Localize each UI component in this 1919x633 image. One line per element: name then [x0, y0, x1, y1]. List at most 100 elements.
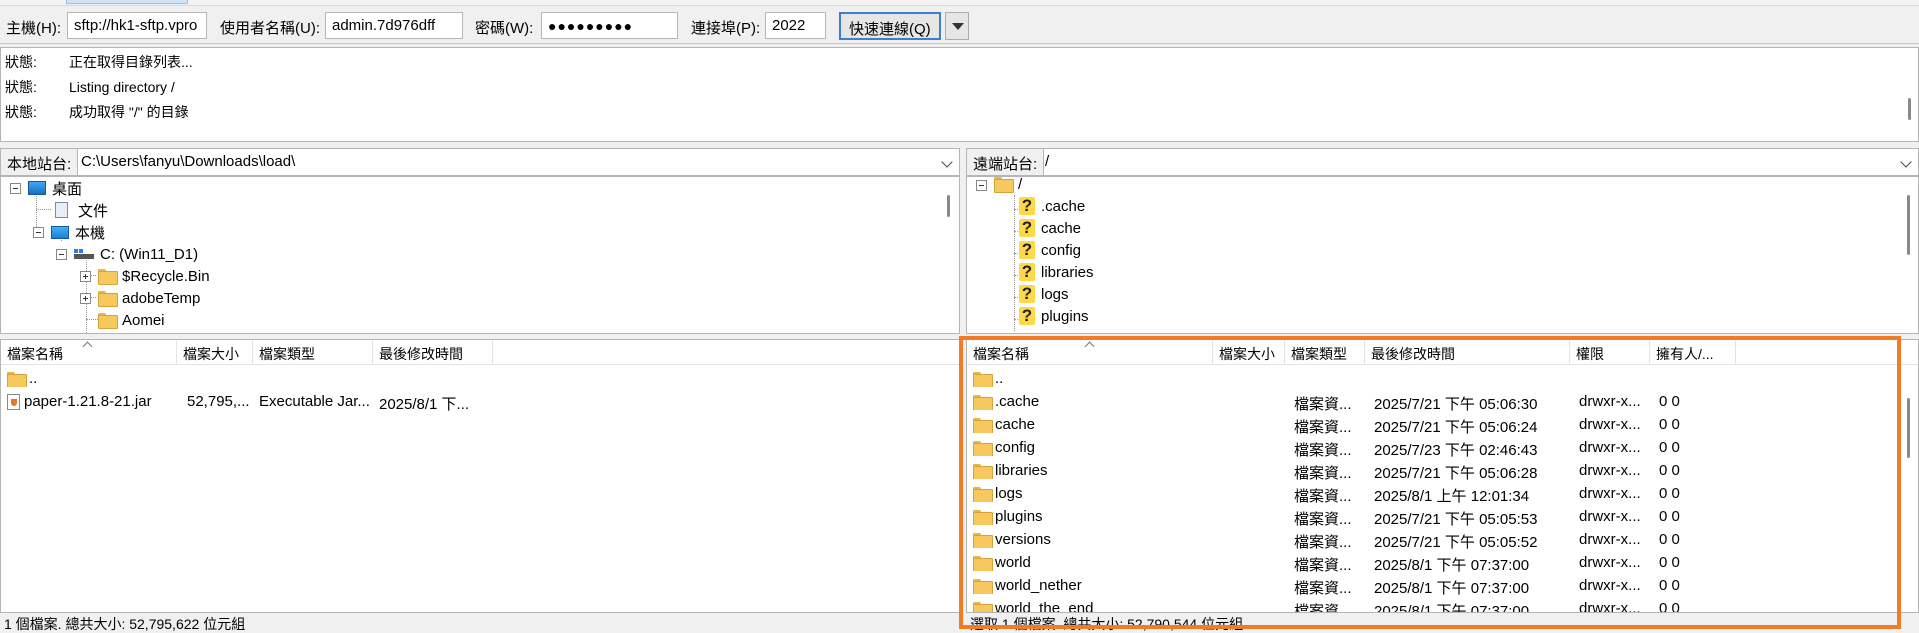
question-mark-icon: ?	[1019, 263, 1035, 281]
quickconnect-dropdown-button[interactable]	[945, 12, 969, 40]
tree-node-aomei[interactable]: Aomei	[98, 309, 165, 331]
collapse-icon[interactable]	[10, 183, 21, 194]
local-status-text: 1 個檔案. 總共大小: 52,795,622 位元組	[4, 616, 246, 632]
folder-icon	[973, 555, 993, 571]
collapse-icon[interactable]	[56, 249, 67, 260]
file-row[interactable]: ..	[967, 367, 1918, 390]
file-row[interactable]: world_the_end 檔案資... 2025/8/1 下午 07:37:0…	[967, 597, 1918, 612]
local-site-bar: 本地站台: C:\Users\fanyu\Downloads\load\	[0, 148, 960, 176]
folder-icon	[98, 313, 118, 329]
column-header-size[interactable]: 檔案大小	[1213, 340, 1285, 365]
folder-icon	[973, 601, 993, 612]
tree-node-plugins[interactable]: ? plugins	[1019, 305, 1089, 327]
file-row[interactable]: cache 檔案資... 2025/7/21 下午 05:06:24 drwxr…	[967, 413, 1918, 436]
column-header-modified[interactable]: 最後修改時間	[1365, 340, 1570, 365]
file-row[interactable]: logs 檔案資... 2025/8/1 上午 12:01:34 drwxr-x…	[967, 482, 1918, 505]
log-scrollbar[interactable]	[1908, 98, 1911, 120]
username-label: 使用者名稱(U):	[220, 20, 320, 37]
local-directory-tree[interactable]: 桌面 文件 本機 C: (Win11_D1) $Recycle.Bin adob…	[0, 176, 960, 334]
column-header-modified[interactable]: 最後修改時間	[373, 340, 493, 365]
tree-node-desktop[interactable]: 桌面	[28, 177, 82, 199]
chevron-down-icon[interactable]	[941, 156, 953, 168]
host-input[interactable]: sftp://hk1-sftp.vpro	[67, 12, 207, 39]
remote-status-text: 選取 1 個檔案. 總共大小: 52,790,544 位元組	[966, 613, 1919, 633]
log-line: 狀態: Listing directory /	[5, 79, 175, 95]
username-input[interactable]: admin.7d976dff	[325, 12, 463, 39]
folder-icon	[973, 532, 993, 548]
collapse-icon[interactable]	[33, 227, 44, 238]
local-site-label: 本地站台:	[1, 149, 79, 175]
tree-node-root[interactable]: /	[994, 177, 1022, 195]
jar-file-icon	[7, 393, 20, 410]
tree-node-dotcache[interactable]: ? .cache	[1019, 195, 1085, 217]
password-label: 密碼(W):	[475, 20, 534, 37]
folder-icon	[973, 394, 993, 410]
document-icon	[55, 202, 68, 218]
host-label: 主機(H):	[6, 20, 61, 37]
tree-node-documents[interactable]: 文件	[55, 199, 108, 221]
expand-icon[interactable]	[80, 293, 91, 304]
tree-node-recycle-bin[interactable]: $Recycle.Bin	[98, 265, 210, 287]
quickconnect-bar: 主機(H): sftp://hk1-sftp.vpro 使用者名稱(U): ad…	[0, 8, 1919, 44]
expand-icon[interactable]	[80, 271, 91, 282]
question-mark-icon: ?	[1019, 197, 1035, 215]
remote-path-input[interactable]: /	[1045, 153, 1049, 170]
tree-node-logs[interactable]: ? logs	[1019, 283, 1069, 305]
question-mark-icon: ?	[1019, 241, 1035, 259]
tree-node-config[interactable]: ? config	[1019, 239, 1081, 261]
toolbar-tab-hint	[66, 0, 188, 4]
column-header-size[interactable]: 檔案大小	[177, 340, 253, 365]
tree-node-cache[interactable]: ? cache	[1019, 217, 1081, 239]
file-row[interactable]: world 檔案資... 2025/8/1 下午 07:37:00 drwxr-…	[967, 551, 1918, 574]
log-line: 狀態: 成功取得 "/" 的目錄	[5, 104, 189, 120]
remote-directory-tree[interactable]: / ? .cache ? cache ? config ? libraries ? log…	[966, 176, 1919, 334]
local-path-input[interactable]: C:\Users\fanyu\Downloads\load\	[81, 153, 295, 170]
remote-site-label: 遠端站台:	[967, 149, 1045, 175]
file-row[interactable]: versions 檔案資... 2025/7/21 下午 05:05:52 dr…	[967, 528, 1918, 551]
sort-ascending-icon	[83, 340, 92, 349]
tree-node-this-pc[interactable]: 本機	[51, 221, 105, 243]
file-row[interactable]: paper-1.21.8-21.jar 52,795,... Executabl…	[1, 390, 959, 413]
question-mark-icon: ?	[1019, 219, 1035, 237]
folder-icon	[973, 578, 993, 594]
message-log[interactable]: 狀態: 正在取得目錄列表... 狀態: Listing directory / 狀態…	[0, 47, 1919, 142]
column-header-permissions[interactable]: 權限	[1570, 340, 1650, 365]
question-mark-icon: ?	[1019, 285, 1035, 303]
column-header-type[interactable]: 檔案類型	[1285, 340, 1365, 365]
file-row[interactable]: libraries 檔案資... 2025/7/21 下午 05:06:28 d…	[967, 459, 1918, 482]
tree-node-drive-c[interactable]: C: (Win11_D1)	[74, 243, 198, 265]
folder-icon	[973, 486, 993, 502]
file-row[interactable]: plugins 檔案資... 2025/7/21 下午 05:05:53 drw…	[967, 505, 1918, 528]
file-row[interactable]: config 檔案資... 2025/7/23 下午 02:46:43 drwx…	[967, 436, 1918, 459]
folder-icon	[98, 291, 118, 307]
file-row[interactable]: .cache 檔案資... 2025/7/21 下午 05:06:30 drwx…	[967, 390, 1918, 413]
column-header-type[interactable]: 檔案類型	[253, 340, 373, 365]
tree-node-adobetemp[interactable]: adobeTemp	[98, 287, 200, 309]
remote-tree-scrollbar[interactable]	[1907, 195, 1910, 255]
file-row[interactable]: ..	[1, 367, 959, 390]
local-tree-scrollbar[interactable]	[947, 195, 950, 217]
quickconnect-button[interactable]: 快速連線(Q)	[839, 12, 941, 40]
local-list-header: 檔案名稱 檔案大小 檔案類型 最後修改時間	[1, 340, 959, 365]
column-header-owner[interactable]: 擁有人/...	[1650, 340, 1736, 365]
port-input[interactable]: 2022	[765, 12, 826, 39]
password-input[interactable]: ●●●●●●●●●	[541, 12, 678, 39]
remote-list-scrollbar[interactable]	[1907, 398, 1910, 458]
remote-list-header: 檔案名稱 檔案大小 檔案類型 最後修改時間 權限 擁有人/...	[967, 340, 1918, 365]
folder-icon	[973, 509, 993, 525]
sort-ascending-icon	[1085, 340, 1094, 349]
folder-icon	[973, 463, 993, 479]
question-mark-icon: ?	[1019, 307, 1035, 325]
collapse-icon[interactable]	[976, 180, 987, 191]
folder-icon	[973, 417, 993, 433]
port-label: 連接埠(P):	[691, 20, 761, 37]
local-file-list[interactable]: 檔案名稱 檔案大小 檔案類型 最後修改時間 .. paper-1.21.8-21…	[0, 339, 960, 613]
chevron-down-icon[interactable]	[1900, 156, 1912, 168]
folder-icon	[98, 269, 118, 285]
toolbar-strip	[0, 0, 1919, 6]
folder-icon	[994, 177, 1014, 193]
tree-node-libraries[interactable]: ? libraries	[1019, 261, 1094, 283]
remote-file-list[interactable]: 檔案名稱 檔案大小 檔案類型 最後修改時間 權限 擁有人/... .. .cac…	[966, 339, 1919, 613]
folder-icon	[973, 440, 993, 456]
file-row[interactable]: world_nether 檔案資... 2025/8/1 下午 07:37:00…	[967, 574, 1918, 597]
